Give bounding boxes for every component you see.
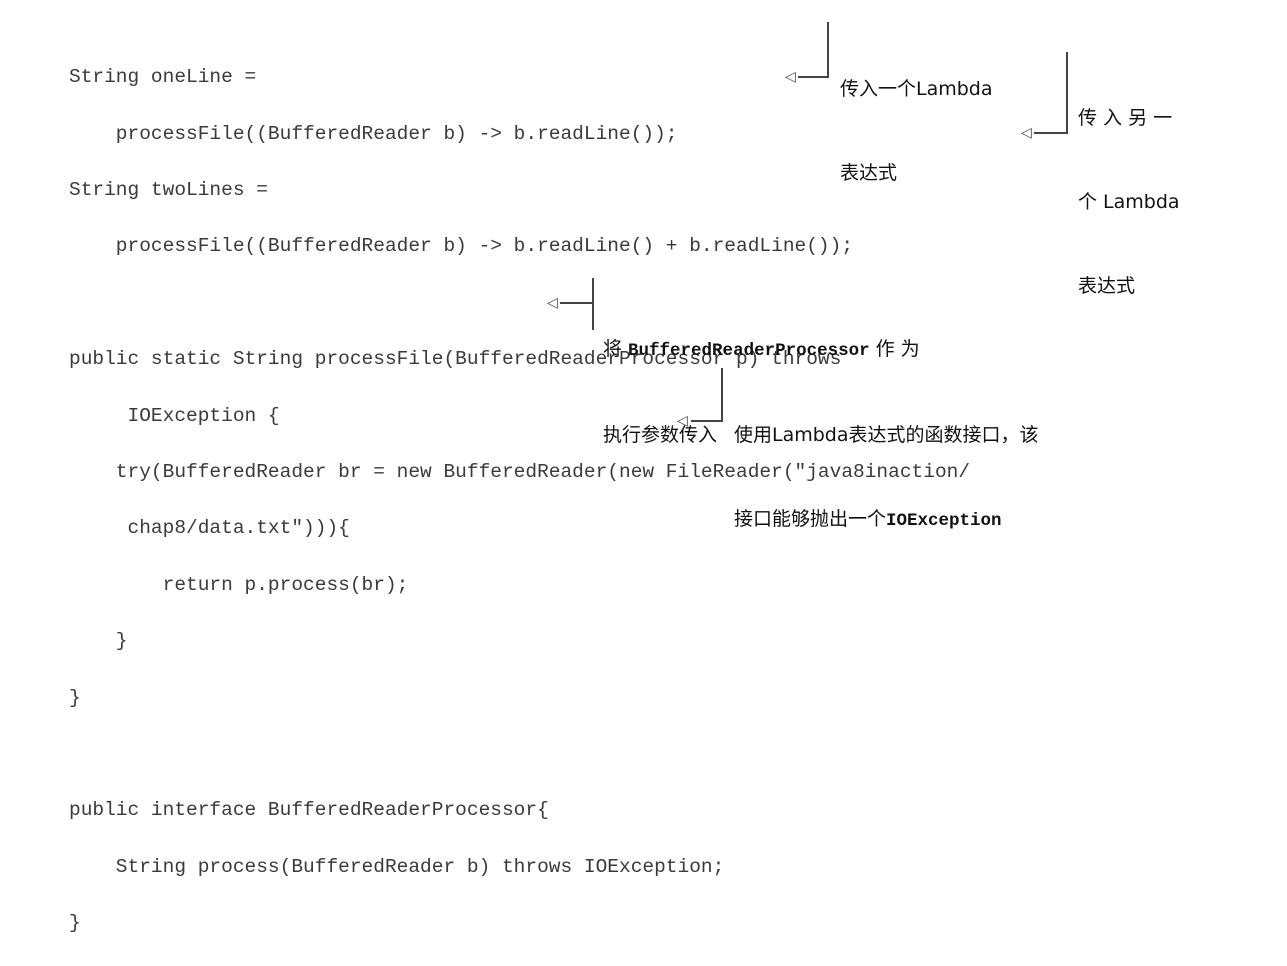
annotation-3-suffix: 作 为 — [869, 338, 920, 360]
code-line: String twoLines = — [69, 179, 268, 202]
annotation-4-line2: 接口能够抛出一个IOException — [734, 505, 1039, 535]
annotation-3-prefix: 将 — [603, 338, 629, 360]
arrow-left-icon: ◁ — [1021, 125, 1032, 141]
code-line: String oneLine = — [69, 66, 257, 89]
code-line: public interface BufferedReaderProcessor… — [69, 799, 549, 822]
annotation-2-leader — [1034, 132, 1068, 134]
code-line: } — [69, 630, 128, 653]
arrow-left-icon: ◁ — [785, 69, 796, 85]
annotation-2: 传 入 另 一 个 Lambda 表达式 — [1078, 48, 1180, 328]
annotation-2-bracket — [1066, 52, 1068, 133]
annotation-3-bracket — [592, 278, 594, 330]
code-line: processFile((BufferedReader b) -> b.read… — [69, 235, 854, 258]
code-line: } — [69, 686, 81, 709]
annotation-4-leader — [691, 420, 723, 422]
annotation-1-bracket — [827, 22, 829, 77]
code-line: String process(BufferedReader b) throws … — [69, 855, 725, 878]
annotation-4-line1: 使用Lambda表达式的函数接口，该 — [734, 424, 1039, 446]
annotation-2-line: 个 Lambda — [1078, 191, 1180, 213]
annotation-4: 使用Lambda表达式的函数接口，该 接口能够抛出一个IOException — [734, 365, 1039, 563]
annotation-3-code: BufferedReaderProcessor — [628, 341, 870, 361]
annotation-2-line: 传 入 另 一 — [1078, 107, 1173, 129]
annotation-4-code: IOException — [886, 511, 1002, 531]
annotation-3-leader — [560, 302, 593, 304]
code-line: return p.process(br); — [69, 573, 409, 596]
annotation-4-prefix: 接口能够抛出一个 — [734, 508, 887, 530]
arrow-left-icon: ◁ — [547, 295, 558, 311]
annotation-1: 传入一个Lambda 表达式 — [840, 19, 993, 215]
annotation-3-line1: 将 BufferedReaderProcessor 作 为 — [603, 335, 920, 365]
annotation-2-line: 表达式 — [1078, 275, 1136, 297]
annotation-4-bracket — [721, 368, 723, 421]
annotation-1-leader — [798, 76, 829, 78]
annotation-1-line: 传入一个Lambda — [840, 78, 993, 100]
arrow-left-icon: ◁ — [677, 413, 688, 429]
code-line: processFile((BufferedReader b) -> b.read… — [69, 122, 678, 145]
code-line: } — [69, 912, 81, 935]
annotation-1-line: 表达式 — [840, 162, 898, 184]
